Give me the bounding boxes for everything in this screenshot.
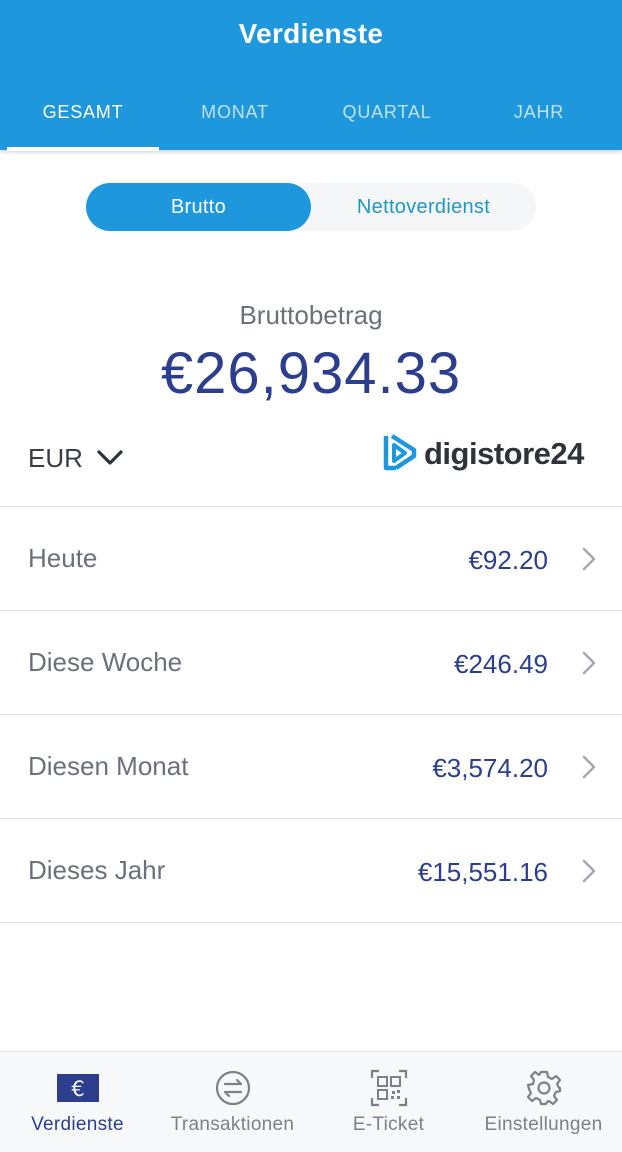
page-title: Verdienste (238, 18, 384, 49)
gross-net-toggle: Brutto Nettoverdienst (86, 183, 536, 231)
list-item-diesen-monat[interactable]: Diesen Monat €3,574.20 (0, 714, 622, 818)
digistore-logo-icon (380, 432, 420, 477)
currency-selector[interactable]: EUR (28, 440, 123, 476)
gear-icon (466, 1068, 621, 1108)
transfer-icon (155, 1068, 310, 1108)
nav-label: Einstellungen (484, 1114, 603, 1135)
chevron-down-icon (97, 450, 123, 466)
nav-einstellungen[interactable]: Einstellungen (466, 1052, 621, 1152)
row-value: €15,551.16 (417, 857, 548, 887)
tab-gesamt[interactable]: GESAMT (7, 100, 159, 150)
nav-label: Transaktionen (170, 1114, 295, 1135)
brand-logo: digistore24 (380, 432, 584, 476)
total-amount: €26,934.33 (160, 341, 462, 406)
row-label: Diesen Monat (28, 751, 189, 781)
tab-monat[interactable]: MONAT (159, 100, 311, 150)
euro-icon: € (0, 1068, 155, 1108)
chevron-right-icon (582, 651, 596, 680)
row-label: Heute (28, 543, 98, 573)
qr-code-icon (311, 1068, 466, 1108)
brand-name: digistore24 (424, 436, 584, 471)
nav-verdienste[interactable]: € Verdienste (0, 1052, 155, 1152)
bottom-navigation: € Verdienste Transaktionen E-Ticket Eins… (0, 1051, 622, 1152)
row-value: €92.20 (468, 545, 548, 575)
nav-e-ticket[interactable]: E-Ticket (311, 1052, 466, 1152)
nav-label: Verdienste (31, 1114, 124, 1135)
row-label: Dieses Jahr (28, 855, 166, 885)
brutto-button[interactable]: Brutto (86, 183, 311, 231)
row-value: €246.49 (454, 649, 548, 679)
list-item-heute[interactable]: Heute €92.20 (0, 506, 622, 610)
earnings-list: Heute €92.20 Diese Woche €246.49 Diesen … (0, 506, 622, 923)
list-item-dieses-jahr[interactable]: Dieses Jahr €15,551.16 (0, 818, 622, 923)
active-tab-indicator (7, 147, 159, 151)
app-header: Verdienste GESAMT MONAT QUARTAL JAHR (0, 0, 622, 151)
nettoverdienst-button[interactable]: Nettoverdienst (311, 183, 536, 231)
tab-jahr[interactable]: JAHR (463, 100, 615, 150)
chevron-right-icon (582, 859, 596, 888)
period-tabs: GESAMT MONAT QUARTAL JAHR (0, 100, 622, 150)
chevron-right-icon (582, 547, 596, 576)
nav-label: E-Ticket (352, 1114, 425, 1135)
currency-value: EUR (28, 442, 83, 473)
amount-label: Bruttobetrag (239, 300, 383, 330)
tab-quartal[interactable]: QUARTAL (311, 100, 463, 150)
chevron-right-icon (582, 755, 596, 784)
nav-transaktionen[interactable]: Transaktionen (155, 1052, 310, 1152)
row-label: Diese Woche (28, 647, 183, 677)
svg-text:€: € (71, 1077, 84, 1101)
row-value: €3,574.20 (432, 753, 548, 783)
list-item-diese-woche[interactable]: Diese Woche €246.49 (0, 610, 622, 714)
